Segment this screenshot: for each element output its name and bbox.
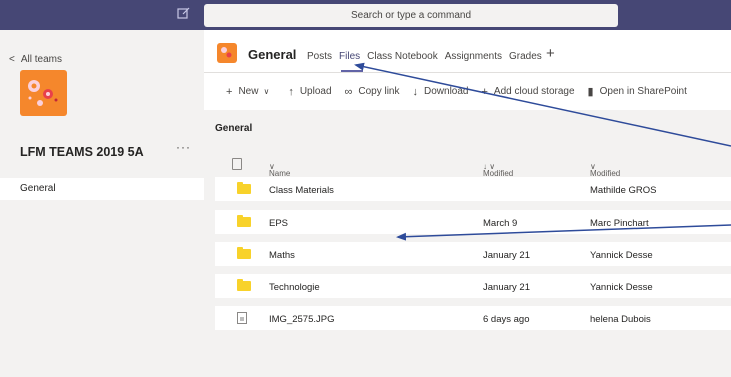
arrow-to-file-list	[396, 224, 731, 241]
annotation-arrows	[354, 62, 731, 241]
arrow-to-files-tab	[354, 62, 731, 147]
